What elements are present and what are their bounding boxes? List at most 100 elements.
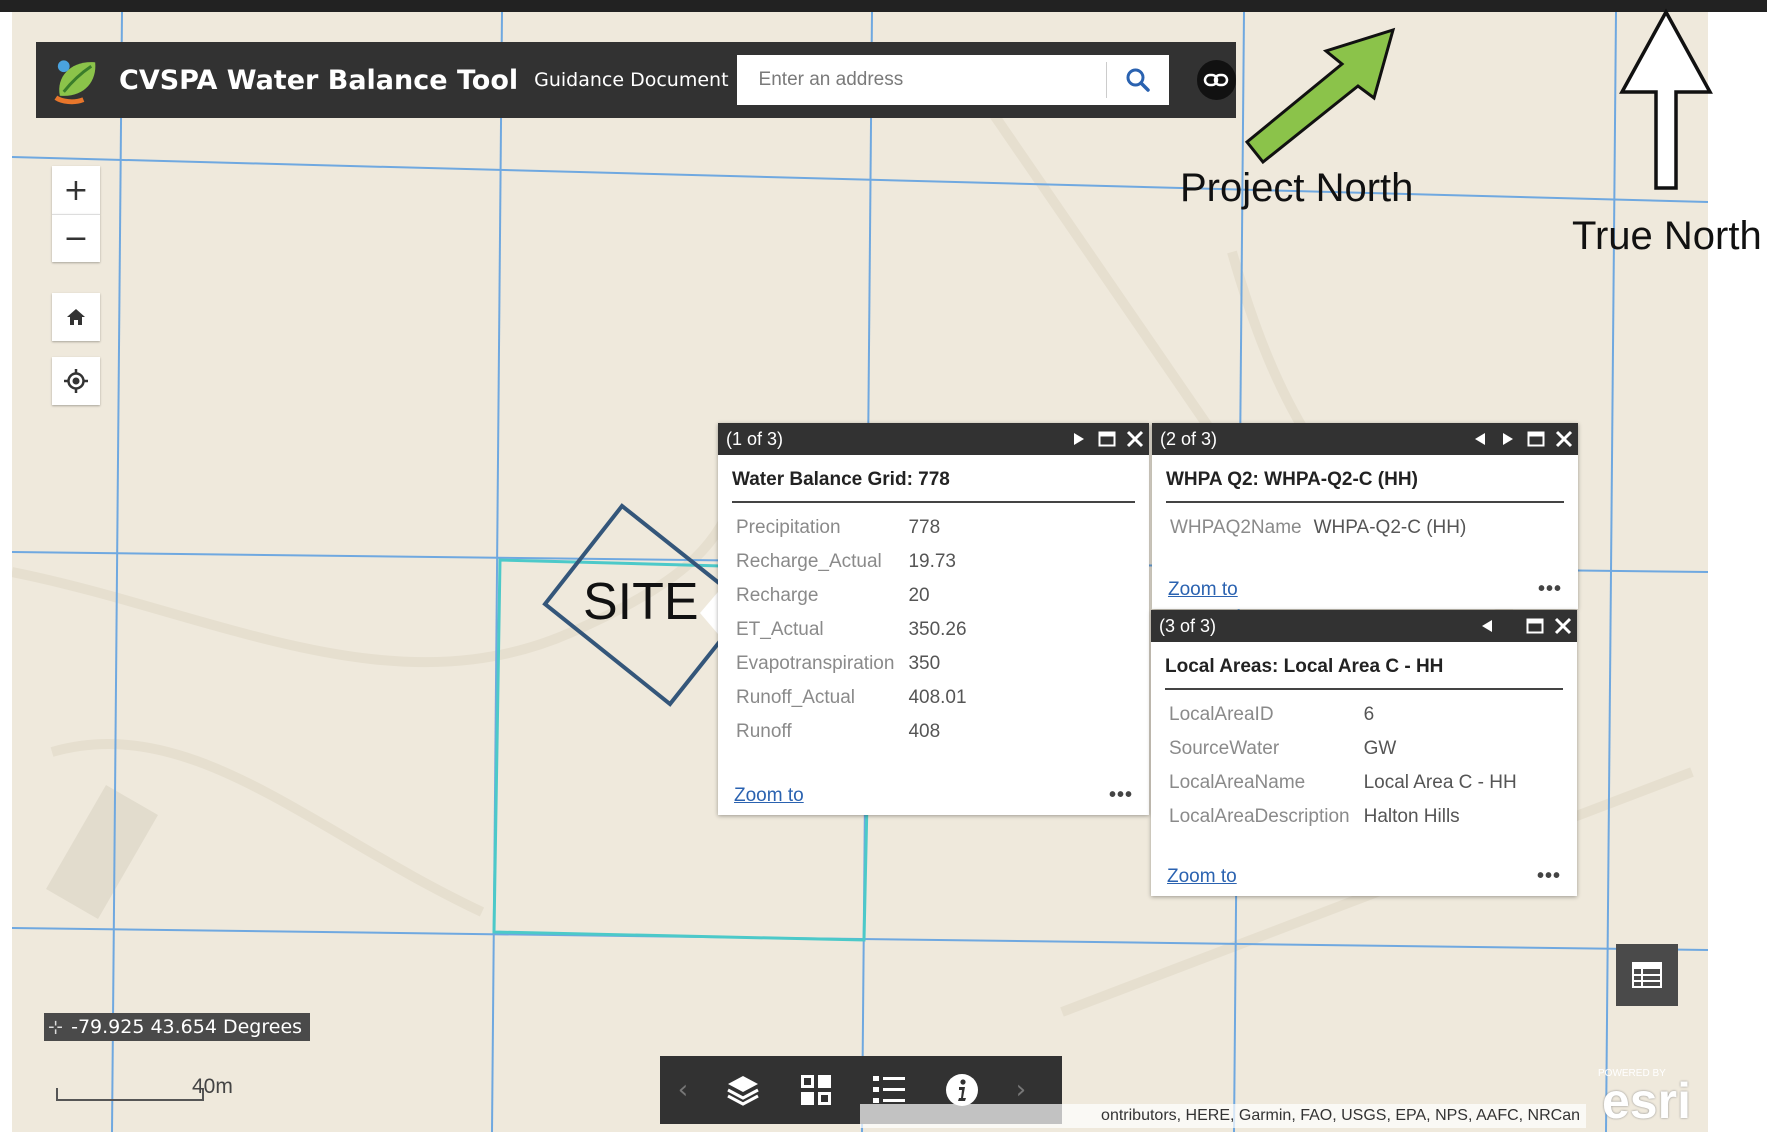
attribute-value: 408.01: [908, 687, 967, 708]
basemap-gallery-icon: [800, 1075, 831, 1105]
coordinate-text: -79.925 43.654 Degrees: [71, 1016, 303, 1038]
basemap-gallery-button[interactable]: [779, 1056, 852, 1124]
map-attribution: ontributors, HERE, Garmin, FAO, USGS, EP…: [860, 1104, 1586, 1128]
attribute-value: 350: [908, 653, 941, 674]
attribute-row: Recharge_Actual 19.73: [736, 545, 967, 579]
popup-count: (1 of 3): [726, 428, 784, 449]
attribute-row: LocalAreaDescription Halton Hills: [1169, 800, 1517, 834]
maximize-button[interactable]: [1093, 425, 1121, 453]
scale-label: 40m: [192, 1075, 233, 1098]
attribute-row: Recharge 20: [736, 579, 967, 613]
popup-footer: Zoom to •••: [734, 784, 1133, 807]
more-options-button[interactable]: •••: [1109, 784, 1133, 807]
zoom-to-link[interactable]: Zoom to: [1167, 866, 1237, 888]
play-left-icon: [1475, 433, 1485, 445]
next-feature-button[interactable]: [1494, 425, 1522, 453]
popup-local-areas: (3 of 3) Local Areas: Local Area C - HH …: [1151, 610, 1577, 896]
close-button[interactable]: [1549, 612, 1577, 640]
attribute-key: SourceWater: [1169, 738, 1280, 759]
attribute-value: Halton Hills: [1363, 806, 1460, 827]
previous-feature-button[interactable]: [1466, 425, 1494, 453]
esri-wordmark: esri: [1602, 1073, 1691, 1129]
attribute-key: Recharge: [736, 585, 819, 606]
site-label: SITE: [583, 573, 699, 631]
layers-icon: [726, 1076, 759, 1106]
attribute-value: Local Area C - HH: [1363, 772, 1517, 793]
project-north-label: Project North: [1180, 166, 1414, 210]
maximize-icon: [1527, 431, 1545, 447]
true-north-arrow-icon: [1619, 8, 1713, 190]
attribute-value: WHPA-Q2-C (HH): [1313, 517, 1467, 538]
attribute-row: SourceWater GW: [1169, 732, 1517, 766]
next-feature-button[interactable]: [1065, 425, 1093, 453]
maximize-button[interactable]: [1521, 612, 1549, 640]
popup-attributes: WHPAQ2Name WHPA-Q2-C (HH): [1170, 511, 1466, 545]
close-button[interactable]: [1121, 425, 1149, 453]
popup-attributes: LocalAreaID 6 SourceWater GW LocalAreaName…: [1169, 698, 1517, 834]
popup-header: (2 of 3): [1152, 423, 1578, 455]
attribute-key: Precipitation: [736, 517, 841, 538]
true-north-label: True North: [1572, 214, 1762, 258]
attribute-row: LocalAreaName Local Area C - HH: [1169, 766, 1517, 800]
previous-feature-button[interactable]: [1473, 612, 1501, 640]
attribute-key: Evapotranspiration: [736, 653, 895, 674]
attribute-key: WHPAQ2Name: [1170, 517, 1302, 538]
attribute-key: LocalAreaName: [1169, 772, 1306, 793]
popup-title: Water Balance Grid: 778: [732, 455, 1135, 503]
popup-pointer: [700, 592, 718, 634]
popup-count: (3 of 3): [1159, 615, 1217, 636]
attribute-value: GW: [1363, 738, 1397, 759]
legend-icon: [872, 1076, 905, 1103]
attribute-key: Runoff: [736, 721, 792, 742]
attribute-table-button[interactable]: [1616, 944, 1678, 1006]
attribute-key: LocalAreaID: [1169, 704, 1274, 725]
close-icon: [1554, 617, 1572, 635]
more-options-button[interactable]: •••: [1538, 578, 1562, 601]
attribute-row: WHPAQ2Name WHPA-Q2-C (HH): [1170, 511, 1466, 545]
attribute-value: 408: [908, 721, 941, 742]
attribute-value: 778: [908, 517, 941, 538]
esri-logo: POWERED BY esri: [1598, 1068, 1698, 1129]
attribute-value: 19.73: [908, 551, 956, 572]
crosshair-icon: ⊹: [48, 1016, 64, 1038]
attribute-key: ET_Actual: [736, 619, 824, 640]
coordinate-readout[interactable]: ⊹ -79.925 43.654 Degrees: [44, 1013, 311, 1041]
maximize-icon: [1526, 618, 1544, 634]
layers-button[interactable]: [706, 1056, 779, 1124]
close-button[interactable]: [1550, 425, 1578, 453]
popup-footer: Zoom to •••: [1167, 865, 1561, 888]
attribute-value: 20: [908, 585, 930, 606]
close-icon: [1555, 430, 1573, 448]
attribute-row: Evapotranspiration 350: [736, 647, 967, 681]
zoom-to-link[interactable]: Zoom to: [1168, 579, 1238, 601]
popup-header: (3 of 3): [1151, 610, 1577, 642]
attribute-key: Runoff_Actual: [736, 687, 856, 708]
scale-bar: [56, 1088, 204, 1101]
play-right-icon: [1074, 433, 1084, 445]
attribute-row: Precipitation 778: [736, 511, 967, 545]
popup-title: Local Areas: Local Area C - HH: [1165, 642, 1563, 690]
maximize-icon: [1098, 431, 1116, 447]
play-right-icon: [1503, 433, 1513, 445]
attribute-row: LocalAreaID 6: [1169, 698, 1517, 732]
zoom-to-link[interactable]: Zoom to: [734, 785, 804, 807]
popup-footer: Zoom to •••: [1168, 578, 1562, 601]
more-options-button[interactable]: •••: [1537, 865, 1561, 888]
info-icon: [945, 1074, 978, 1106]
attribute-key: LocalAreaDescription: [1169, 806, 1350, 827]
attribute-value: 6: [1363, 704, 1375, 725]
popup-count: (2 of 3): [1160, 428, 1218, 449]
attribute-row: ET_Actual 350.26: [736, 613, 967, 647]
popup-title: WHPA Q2: WHPA-Q2-C (HH): [1166, 455, 1564, 503]
toolbar-previous-button[interactable]: ‹: [660, 1056, 706, 1124]
play-left-icon: [1482, 620, 1492, 632]
table-icon: [1632, 962, 1662, 988]
attribute-row: Runoff_Actual 408.01: [736, 681, 967, 715]
attribute-key: Recharge_Actual: [736, 551, 882, 572]
popup-attributes: Precipitation 778 Recharge_Actual 19.73 Re…: [736, 511, 967, 749]
popup-whpa-q2: (2 of 3) WHPA Q2: WHPA-Q2-C (HH) WHPAQ2N…: [1152, 423, 1578, 609]
popup-water-balance-grid: (1 of 3) Water Balance Grid: 778 Precipi…: [718, 423, 1149, 815]
maximize-button[interactable]: [1522, 425, 1550, 453]
attribute-row: Runoff 408: [736, 715, 967, 749]
